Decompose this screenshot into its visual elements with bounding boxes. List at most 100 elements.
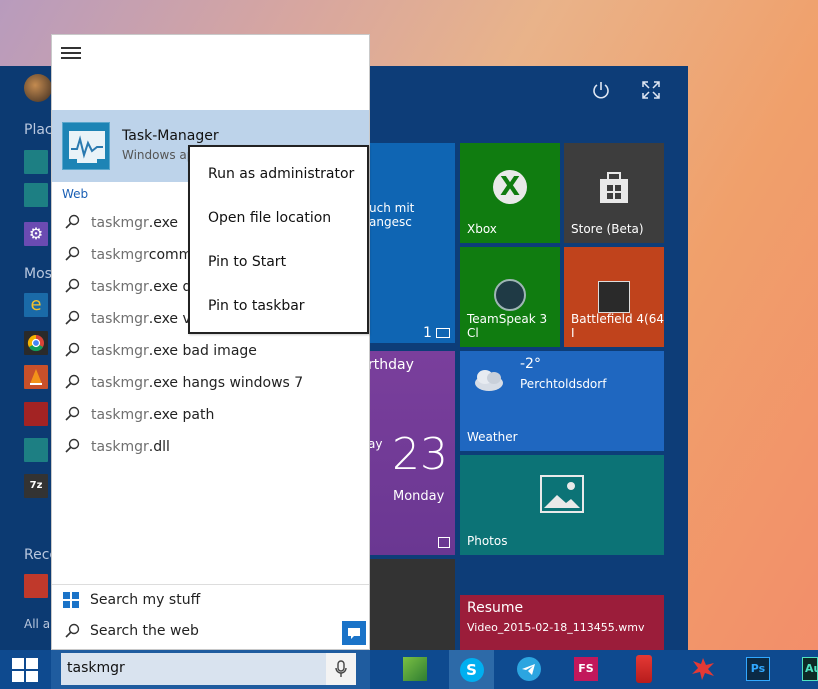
- internet-explorer-icon[interactable]: e: [24, 293, 48, 317]
- task-manager-icon: [62, 122, 110, 170]
- weather-tile[interactable]: -2° Perchtoldsdorf Weather: [460, 351, 664, 451]
- web-suggestion-item[interactable]: taskmgr .exe path: [52, 399, 369, 431]
- teamspeak-tile[interactable]: TeamSpeak 3 Cl: [460, 247, 560, 347]
- 7zip-icon[interactable]: 7z: [24, 474, 48, 498]
- places-label: Plac: [24, 122, 53, 138]
- hamburger-menu-icon[interactable]: [61, 47, 81, 61]
- photos-icon: [540, 475, 584, 513]
- calendar-icon: [438, 537, 450, 548]
- calendar-weekday: Monday: [393, 489, 445, 504]
- recent-app-icon[interactable]: [24, 574, 48, 598]
- taskbar-fs-icon[interactable]: FS: [574, 657, 598, 681]
- suggestion-completion: .exe hangs windows 7: [148, 375, 304, 391]
- context-menu: Run as administrator Open file location …: [188, 145, 369, 334]
- game-icon[interactable]: [24, 402, 48, 426]
- search-my-stuff-button[interactable]: Search my stuff: [52, 584, 369, 614]
- mail-count: 1: [423, 325, 432, 341]
- suggestion-completion: .exe bad image: [148, 343, 257, 359]
- microphone-icon[interactable]: [326, 653, 356, 685]
- store-label: Store (Beta): [571, 222, 644, 236]
- windows-start-icon: [12, 657, 38, 682]
- search-icon: [64, 214, 82, 232]
- documents-icon[interactable]: [24, 183, 48, 207]
- weather-temp: -2°: [520, 356, 541, 372]
- power-icon[interactable]: [591, 80, 611, 100]
- mail-preview: uch mit angesc: [369, 201, 415, 229]
- open-file-location-item[interactable]: Open file location: [208, 210, 331, 226]
- battlefield-tile[interactable]: Battlefield 4(64 I: [564, 247, 664, 347]
- search-icon: [64, 406, 82, 424]
- store-tile[interactable]: Store (Beta): [564, 143, 664, 243]
- weather-cloud-icon: [472, 365, 506, 393]
- search-icon: [64, 278, 82, 296]
- taskbar-telegram-icon[interactable]: [517, 657, 541, 681]
- taskbar-red-splat-icon[interactable]: [690, 656, 716, 682]
- suggestion-completion: .dll: [148, 439, 170, 455]
- taskbar-skype-icon[interactable]: S: [449, 650, 494, 689]
- chrome-icon[interactable]: [24, 331, 48, 355]
- search-icon: [64, 342, 82, 360]
- windows-logo-icon: [63, 591, 79, 608]
- search-icon: [64, 374, 82, 392]
- suggestion-query: taskmgr: [91, 407, 149, 423]
- calendar-day-partial: ay: [368, 437, 383, 451]
- vlc-icon[interactable]: [24, 365, 48, 389]
- suggestion-query: taskmgr: [91, 375, 149, 391]
- run-as-admin-item[interactable]: Run as administrator: [208, 166, 354, 182]
- web-section-header: Web: [62, 187, 89, 201]
- weather-label: Weather: [467, 430, 518, 444]
- calendar-birthday: rthday: [368, 357, 414, 373]
- best-match-title: Task-Manager: [122, 128, 219, 144]
- xbox-label: Xbox: [467, 222, 497, 236]
- weather-location: Perchtoldsdorf: [520, 377, 607, 391]
- expand-icon[interactable]: [641, 80, 661, 100]
- store-icon: [592, 167, 636, 207]
- search-icon: [64, 310, 82, 328]
- folder-icon[interactable]: [24, 438, 48, 462]
- search-my-stuff-label: Search my stuff: [90, 591, 201, 608]
- suggestion-completion: .exe: [148, 215, 179, 231]
- taskbar-red-can-icon[interactable]: [636, 655, 652, 683]
- web-suggestion-item[interactable]: taskmgr .exe hangs windows 7: [52, 367, 369, 399]
- search-icon: [64, 246, 82, 264]
- best-match-subtitle: Windows ap: [122, 148, 195, 162]
- teamspeak-label: TeamSpeak 3 Cl: [467, 312, 548, 340]
- search-box-value: taskmgr: [67, 660, 125, 676]
- taskbar-photoshop-icon[interactable]: Ps: [746, 657, 770, 681]
- photos-label: Photos: [467, 534, 508, 548]
- feedback-icon[interactable]: [342, 621, 366, 645]
- battlefield-label: Battlefield 4(64 I: [571, 312, 665, 340]
- taskbar-photo-app-icon[interactable]: [403, 657, 427, 681]
- suggestion-query: taskmgr: [91, 247, 149, 263]
- suggestion-query: taskmgr: [91, 439, 149, 455]
- suggestion-completion: .exe path: [148, 407, 215, 423]
- mail-icon: [436, 328, 450, 338]
- suggestion-query: taskmgr: [91, 279, 149, 295]
- settings-icon[interactable]: ⚙: [24, 222, 48, 246]
- teamspeak-icon: [494, 279, 526, 311]
- battlefield-icon: [598, 281, 630, 313]
- video-tile[interactable]: Resume Video_2015-02-18_113455.wmv: [460, 595, 664, 650]
- photos-tile[interactable]: Photos: [460, 455, 664, 555]
- xbox-icon: X: [493, 170, 527, 204]
- xbox-tile[interactable]: X Xbox: [460, 143, 560, 243]
- search-icon: [64, 438, 82, 456]
- most-used-label: Mos: [24, 266, 52, 282]
- calendar-date: 23: [392, 429, 448, 480]
- search-icon: [64, 623, 80, 639]
- search-the-web-button[interactable]: Search the web: [52, 616, 369, 646]
- pin-to-start-item[interactable]: Pin to Start: [208, 254, 286, 270]
- start-button[interactable]: [0, 650, 50, 689]
- search-panel: Task-Manager Windows ap Web taskmgr .exe t…: [51, 34, 370, 650]
- user-avatar[interactable]: [24, 74, 52, 102]
- suggestion-query: taskmgr: [91, 343, 149, 359]
- web-suggestion-item[interactable]: taskmgr .dll: [52, 431, 369, 463]
- file-explorer-icon[interactable]: [24, 150, 48, 174]
- web-suggestion-item[interactable]: taskmgr .exe bad image: [52, 335, 369, 367]
- video-title: Resume: [467, 600, 524, 616]
- taskbar-search-box[interactable]: taskmgr: [61, 653, 356, 685]
- suggestion-completion: comm: [148, 247, 193, 263]
- suggestion-query: taskmgr: [91, 311, 149, 327]
- taskbar-audition-icon[interactable]: Au: [802, 657, 818, 681]
- pin-to-taskbar-item[interactable]: Pin to taskbar: [208, 298, 305, 314]
